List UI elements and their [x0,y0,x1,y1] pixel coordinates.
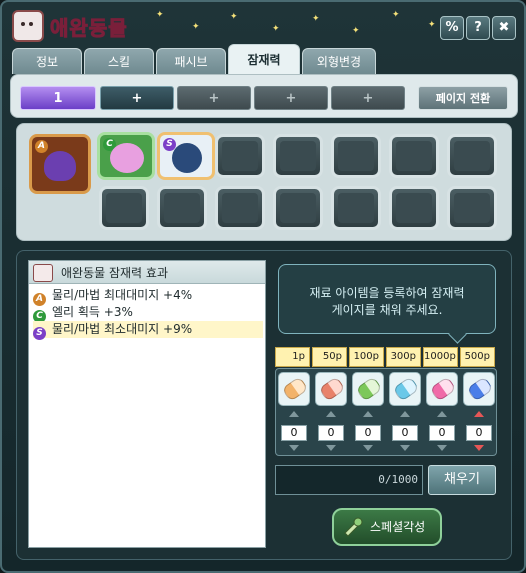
empty-pet-slot[interactable] [215,186,265,230]
special-button-label: 스페셜각성 [370,520,426,534]
tab-appearance[interactable]: 외형변경 [302,48,376,74]
material-slot[interactable] [352,372,384,406]
page-add-disabled-button: + [177,86,251,110]
capsule-icon [318,376,346,402]
pet-slot-a[interactable]: A [29,134,91,194]
page-add-button[interactable]: + [100,86,174,110]
decrease-arrow-icon[interactable] [289,445,299,451]
gauge-text: 0/1000 [378,473,418,486]
empty-pet-slot[interactable] [447,186,497,230]
effect-row: A 물리/마법 최대대미지 +4% [33,287,263,306]
effects-header: 애완동물 잠재력 효과 [29,261,265,284]
percent-button[interactable]: % [440,16,464,40]
empty-pet-slot[interactable] [331,134,381,178]
increase-arrow-icon[interactable] [326,411,336,417]
penguin-pet-icon [172,143,202,173]
pet-window: 애완동물 ✦ ✦ ✦ ✦ ✦ ✦ ✦ ✦ % ? ✖ 정보 스킬 패시브 잠재력… [0,0,526,573]
empty-pet-slot[interactable] [215,134,265,178]
empty-pet-slot[interactable] [447,134,497,178]
price-label: 1p [275,347,310,367]
empty-pet-slot[interactable] [331,186,381,230]
capsule-icon [429,376,457,402]
decrease-arrow-icon[interactable] [400,445,410,451]
empty-pet-slot[interactable] [389,186,439,230]
wrench-icon [344,517,363,537]
material-slot[interactable] [278,372,310,406]
effect-text: 물리/마법 최소대미지 +9% [52,322,193,336]
decrease-arrow-icon[interactable] [363,445,373,451]
pet-slot-s[interactable]: S [157,132,215,180]
title-bar[interactable]: 애완동물 ✦ ✦ ✦ ✦ ✦ ✦ ✦ ✦ % ? ✖ [2,2,524,46]
tab-skill[interactable]: 스킬 [84,48,154,74]
effect-row: C 엘리 획득 +3% [33,304,263,323]
pet-slot-c[interactable]: C [97,132,155,180]
material-slot[interactable] [315,372,347,406]
potential-gauge: 0/1000 [275,465,423,495]
increase-arrow-icon[interactable] [474,411,484,417]
star-decoration: ✦ ✦ ✦ ✦ ✦ ✦ ✦ ✦ [156,10,436,36]
pet-slot-grid: A C S [16,123,512,241]
increase-arrow-icon[interactable] [289,411,299,417]
effects-title: 애완동물 잠재력 효과 [61,266,168,280]
tab-potential[interactable]: 잠재력 [228,44,300,74]
material-slot[interactable] [389,372,421,406]
material-items: 0 0 0 0 0 0 [275,368,497,456]
close-button[interactable]: ✖ [492,16,516,40]
page-switch-button[interactable]: 페이지 전환 [418,86,508,110]
decrease-arrow-icon[interactable] [326,445,336,451]
effects-panel: 애완동물 잠재력 효과 A 물리/마법 최대대미지 +4% C 엘리 획득 +3% … [28,260,266,548]
material-price-row: 1p 50p 100p 300p 1000p 500p [275,347,497,367]
quantity-field[interactable]: 0 [429,425,455,441]
hint-line-1: 재료 아이템을 등록하여 잠재력 [309,286,465,300]
capsule-icon [355,376,383,402]
price-label: 300p [386,347,421,367]
quantity-field[interactable]: 0 [466,425,492,441]
hint-bubble: 재료 아이템을 등록하여 잠재력 게이지를 채워 주세요. [278,264,496,334]
increase-arrow-icon[interactable] [437,411,447,417]
quantity-field[interactable]: 0 [355,425,381,441]
effect-text: 엘리 획득 +3% [52,305,133,319]
purple-ghost-pet-icon [44,151,76,181]
capsule-icon [392,376,420,402]
decrease-arrow-icon[interactable] [474,445,484,451]
empty-pet-slot[interactable] [99,186,149,230]
grade-badge-s: S [33,327,46,340]
quantity-field[interactable]: 0 [392,425,418,441]
price-label: 1000p [423,347,458,367]
pink-fairy-pet-icon [110,143,144,173]
price-label: 500p [460,347,495,367]
special-awakening-button[interactable]: 스페셜각성 [332,508,442,546]
page-add-disabled-button: + [331,86,405,110]
material-slot[interactable] [463,372,495,406]
empty-pet-slot[interactable] [157,186,207,230]
capsule-icon [281,376,309,402]
material-slot[interactable] [426,372,458,406]
hint-line-2: 게이지를 채워 주세요. [331,303,443,317]
effect-row-highlighted: S 물리/마법 최소대미지 +9% [33,321,263,340]
decrease-arrow-icon[interactable] [437,445,447,451]
page-1-button[interactable]: 1 [20,86,96,110]
page-add-disabled-button: + [254,86,328,110]
empty-pet-slot[interactable] [389,134,439,178]
empty-pet-slot[interactable] [273,134,323,178]
help-button[interactable]: ? [466,16,490,40]
grade-badge-a: A [35,140,48,153]
empty-pet-slot[interactable] [273,186,323,230]
pet-logo-icon [12,10,44,42]
price-label: 100p [349,347,384,367]
pet-logo-icon [33,264,53,282]
increase-arrow-icon[interactable] [363,411,373,417]
quantity-field[interactable]: 0 [318,425,344,441]
quantity-field[interactable]: 0 [281,425,307,441]
fill-button[interactable]: 채우기 [428,465,496,495]
tab-passive[interactable]: 패시브 [156,48,226,74]
capsule-icon [466,376,494,402]
window-title: 애완동물 [50,16,128,41]
tab-info[interactable]: 정보 [12,48,82,74]
effect-text: 물리/마법 최대대미지 +4% [52,288,193,302]
increase-arrow-icon[interactable] [400,411,410,417]
price-label: 50p [312,347,347,367]
